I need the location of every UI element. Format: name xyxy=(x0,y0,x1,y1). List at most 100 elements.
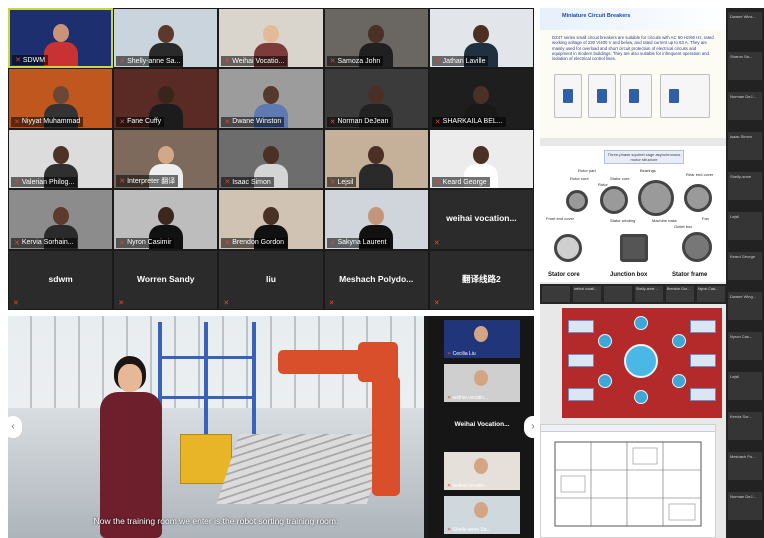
mini-participant-tile[interactable]: Nyron Cas... xyxy=(728,332,762,360)
participant-tile[interactable]: ✕ Isaac Simon xyxy=(218,128,324,190)
mini-participant-tile[interactable]: Isaac Simon xyxy=(728,132,762,160)
participant-tile[interactable]: Worren Sandy ✕ xyxy=(113,249,219,310)
strip-thumbnail[interactable]: weihai vocati... xyxy=(573,286,601,302)
participant-tile[interactable]: weihai vocation... ✕ xyxy=(428,189,534,250)
participant-tile[interactable]: ✕ Jathan Laville xyxy=(428,8,534,69)
participant-avatar xyxy=(43,22,78,67)
part-label: Bearings xyxy=(640,168,656,173)
part-label: Stator winding xyxy=(610,218,636,223)
participant-sidebar[interactable]: Dwane Wins... Sharon Sa... Norman DeJ... Is… xyxy=(726,8,764,538)
participant-tile[interactable]: ✕ Weihai Vocatio... xyxy=(218,8,324,69)
participant-tile[interactable]: ✕ Norman DeJean xyxy=(323,68,429,129)
participant-name-bar: ✕ SDWM xyxy=(12,55,49,66)
participant-tile[interactable]: Meshach Polydo... ✕ xyxy=(323,249,429,310)
part-label: Rotor core xyxy=(570,176,589,181)
participant-tile[interactable]: ✕ Sakyna Laurent xyxy=(323,189,429,250)
participant-tile[interactable]: 翻译线路2 ✕ xyxy=(428,249,534,310)
participant-tile[interactable]: liu ✕ xyxy=(218,249,324,310)
diagram-node xyxy=(690,320,716,333)
diagram-node-circle xyxy=(598,334,612,348)
participant-name: Jathan Laville xyxy=(442,57,486,65)
strip-thumbnail[interactable] xyxy=(604,286,632,302)
side-video-tile[interactable]: ✕ Cecilia Liu xyxy=(444,320,520,358)
side-tile-name: Shelly-anne Sa... xyxy=(452,527,491,533)
participant-name: liu xyxy=(266,273,276,284)
motor-part-image xyxy=(684,184,712,212)
diagram-hub xyxy=(624,344,658,378)
mic-muted-icon: ✕ xyxy=(329,118,336,126)
side-video-tile[interactable]: ✕ weihai vocatio... xyxy=(444,452,520,490)
participant-name: Brendon Gordon xyxy=(232,239,285,247)
mini-participant-tile[interactable]: Lejsil xyxy=(728,372,762,400)
strip-thumbnail[interactable]: Shelly-anne ... xyxy=(635,286,663,302)
mini-participant-name: Keard George xyxy=(730,254,756,259)
mini-participant-tile[interactable]: Keard George xyxy=(728,252,762,280)
part-label: Rotor part xyxy=(578,168,596,173)
participant-name: SHARKAILA BEL... xyxy=(442,118,503,126)
diagram-node-circle xyxy=(598,374,612,388)
mini-participant-tile[interactable]: Norman DeJ... xyxy=(728,92,762,120)
participant-tile[interactable]: ✕ Lejsil xyxy=(323,128,429,190)
participant-name-bar: ✕ Sakyna Laurent xyxy=(326,237,390,248)
participant-name-bar: ✕ Weihai Vocatio... xyxy=(221,56,288,67)
participant-tile[interactable]: ✕ Dwane Winston xyxy=(218,68,324,129)
mini-participant-tile[interactable]: Shelly-anne xyxy=(728,172,762,200)
mini-participant-name: Lejsil xyxy=(730,214,740,219)
mini-participant-tile[interactable]: Dwane Wins... xyxy=(728,12,762,40)
junction-box-image xyxy=(620,234,648,262)
strip-thumbnail[interactable]: Nyron Casi... xyxy=(697,286,725,302)
mic-muted-icon: ✕ xyxy=(119,239,126,247)
participant-tile[interactable]: ✕ Brendon Gordon xyxy=(218,189,324,250)
part-label: Stator core xyxy=(610,176,630,181)
mini-participant-tile[interactable]: Sharon Sa... xyxy=(728,52,762,80)
strip-thumbnail[interactable]: Brendon Gor... xyxy=(666,286,694,302)
previous-page-button[interactable]: ‹ xyxy=(8,416,22,438)
diagram-node-circle xyxy=(634,316,648,330)
conveyor xyxy=(216,434,390,504)
mic-muted-icon: ✕ xyxy=(14,179,20,187)
mini-participant-tile[interactable]: Meshach Po... xyxy=(728,452,762,480)
mini-participant-name: Norman DeJ... xyxy=(730,494,756,499)
part-label: Front end cover xyxy=(546,216,575,221)
side-tile-name-bar: ✕ weihai vocatio... xyxy=(447,483,488,489)
speaker-person xyxy=(92,356,172,538)
stator-frame-image xyxy=(682,232,712,262)
strip-thumbnail[interactable] xyxy=(542,286,570,302)
diagram-node-circle xyxy=(672,374,686,388)
mic-muted-icon: ✕ xyxy=(224,179,231,187)
mic-muted-icon: ✕ xyxy=(15,57,21,65)
thumbnail-strip[interactable]: weihai vocati... Shelly-anne ... Brendon G… xyxy=(540,284,726,304)
mini-participant-tile[interactable]: Norman DeJ... xyxy=(728,492,762,520)
participant-tile[interactable]: ✕ Kervia Sorhain... xyxy=(8,189,114,250)
side-tile-name-bar: ✕ Cecilia Liu xyxy=(447,351,476,357)
viewer-toolbar[interactable] xyxy=(541,425,715,432)
participant-tile[interactable]: ✕ Shelly-anne Sa... xyxy=(113,8,219,69)
participant-tile[interactable]: ✕ Samoza John xyxy=(323,8,429,69)
mini-participant-tile[interactable]: Kervia Sor... xyxy=(728,412,762,440)
participant-tile[interactable]: ✕ SDWM xyxy=(8,8,114,69)
main-video[interactable]: Now the training room we enter is the ro… xyxy=(8,316,424,538)
participant-tile[interactable]: sdwm ✕ xyxy=(8,249,114,310)
participant-name: Norman DeJean xyxy=(337,118,389,126)
mini-participant-tile[interactable]: Dwane Wing... xyxy=(728,292,762,320)
participant-tile[interactable]: ✕ Interpreter 翻译 xyxy=(113,128,219,190)
participant-tile[interactable]: ✕ Valerian Philog... xyxy=(8,128,114,190)
side-video-tile[interactable]: ✕ Shelly-anne Sa... xyxy=(444,496,520,534)
side-video-tile[interactable]: ✕ weihai vocatio... xyxy=(444,364,520,402)
participant-name: Meshach Polydo... xyxy=(339,273,414,284)
participant-tile[interactable]: ✕ Keard George xyxy=(428,128,534,190)
participant-tile[interactable]: ✕ SHARKAILA BEL... xyxy=(428,68,534,129)
participant-name-bar: ✕ Interpreter 翻译 xyxy=(116,175,179,188)
mic-muted-icon: ✕ xyxy=(119,58,126,66)
side-tile-avatar xyxy=(474,326,488,342)
mini-participant-tile[interactable]: Lejsil xyxy=(728,212,762,240)
next-page-button[interactable]: › xyxy=(524,416,534,438)
participant-tile[interactable]: ✕ Fane Cuffy xyxy=(113,68,219,129)
mic-muted-icon: ✕ xyxy=(329,239,336,247)
side-tile-name-bar: ✕ weihai vocatio... xyxy=(447,395,488,401)
participant-tile[interactable]: ✕ Niyyat Muhammad xyxy=(8,68,114,129)
side-video-tile[interactable]: Weihai Vocation... xyxy=(444,408,520,446)
participant-name: Lejsil xyxy=(337,178,354,186)
mic-muted-icon: ✕ xyxy=(14,239,20,247)
participant-tile[interactable]: ✕ Nyron Casimir xyxy=(113,189,219,250)
